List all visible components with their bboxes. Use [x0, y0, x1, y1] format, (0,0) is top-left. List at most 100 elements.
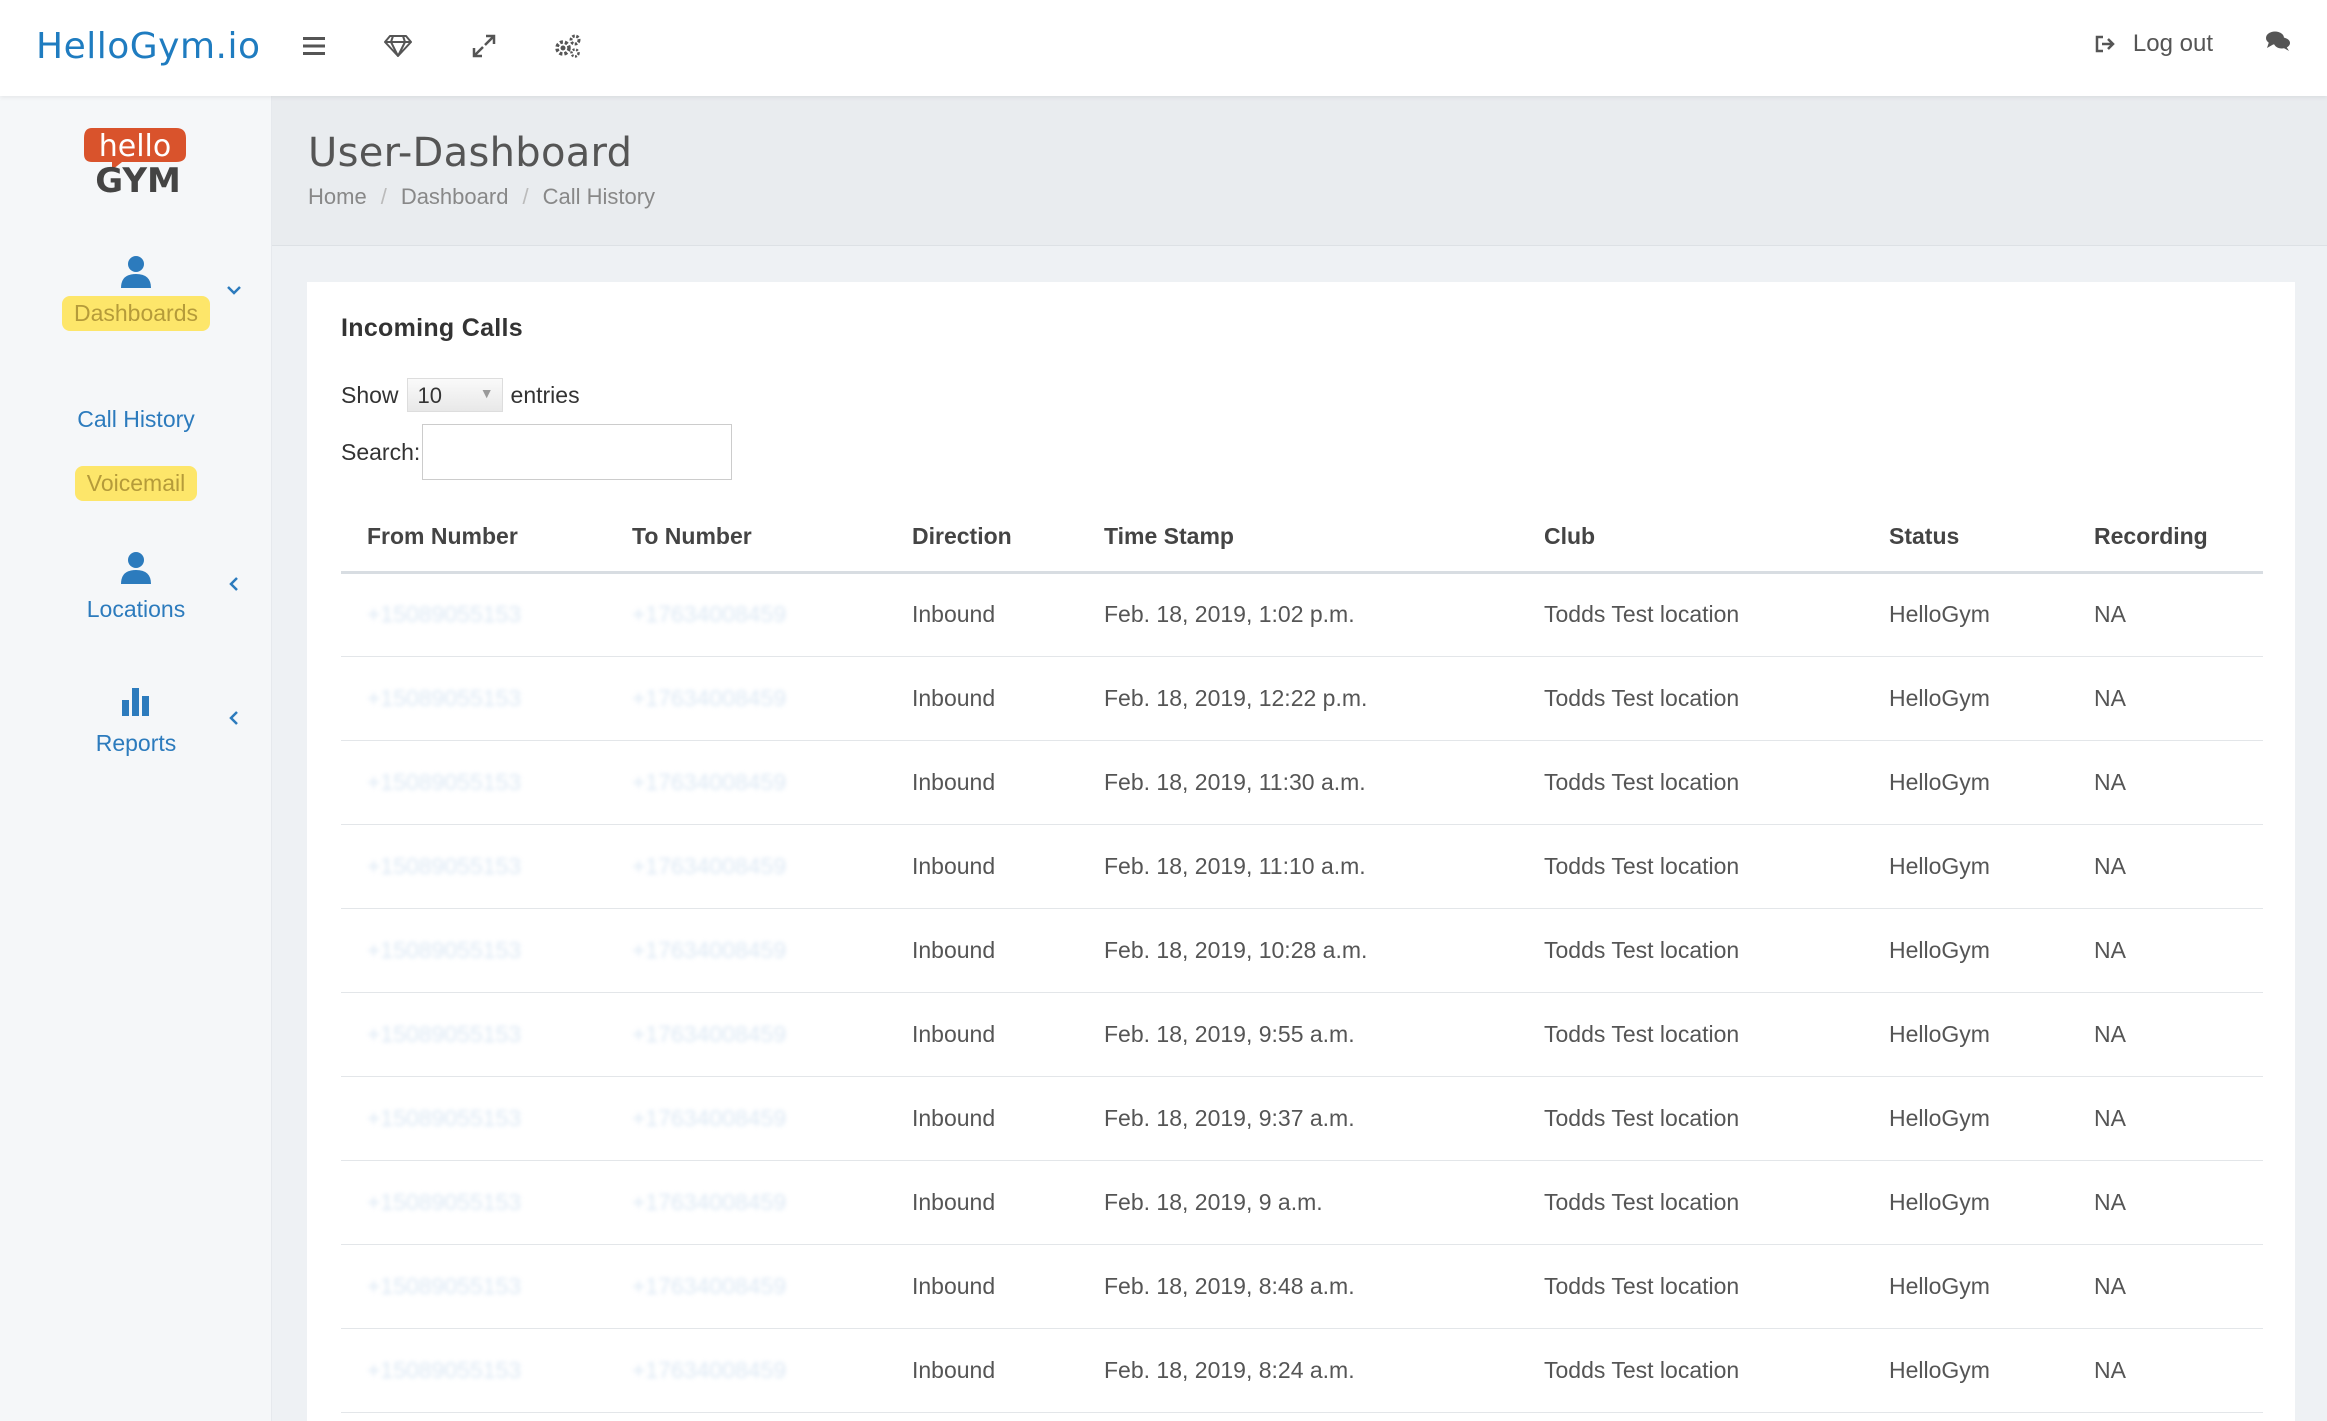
to-number-cell: +17634008459 [606, 740, 886, 825]
search-label: Search: [341, 438, 421, 465]
expand-icon[interactable] [466, 28, 502, 64]
to-number-cell: +17634008459 [606, 1244, 886, 1329]
club-cell: Todds Test location [1518, 1244, 1863, 1329]
logout-button[interactable]: Log out [2095, 30, 2213, 58]
recording-cell: NA [2068, 740, 2263, 825]
incoming-calls-panel: Incoming Calls Show 10 ▼ entries Search:… [307, 282, 2295, 1421]
table-row[interactable]: +15089055153 +17634008459 Inbound Feb. 18, … [341, 824, 2263, 909]
recording-cell: NA [2068, 656, 2263, 741]
sidebar-item-label: Locations [86, 596, 186, 622]
menu-icon[interactable] [296, 28, 332, 64]
sidebar-item-label: Dashboards [61, 296, 211, 331]
entries-select[interactable]: 10 ▼ [406, 378, 503, 412]
sidebar-item-voicemail[interactable]: Voicemail [0, 458, 272, 501]
club-cell: Todds Test location [1518, 908, 1863, 993]
table-row[interactable]: +15089055153 +17634008459 Inbound Feb. 18, … [341, 1076, 2263, 1161]
timestamp-cell: Feb. 18, 2019, 1:02 p.m. [1078, 572, 1518, 657]
table-header-row: From Number To Number Direction Time Sta… [341, 502, 2263, 574]
status-cell: HelloGym [1863, 908, 2068, 993]
diamond-icon[interactable] [380, 28, 416, 64]
status-cell: HelloGym [1863, 1244, 2068, 1329]
column-header-direction[interactable]: Direction [886, 502, 1078, 574]
column-header-from-number[interactable]: From Number [341, 502, 606, 574]
table-row[interactable]: +15089055153 +17634008459 Inbound Feb. 18, … [341, 992, 2263, 1077]
entries-length-control: Show 10 ▼ entries [341, 378, 580, 412]
chat-icon[interactable] [2265, 30, 2301, 66]
to-number-cell: +17634008459 [606, 1328, 886, 1413]
sidebar-item-call-history[interactable]: Call History [0, 394, 272, 437]
table-row[interactable]: +15089055153 +17634008459 Inbound Feb. 18, … [341, 1328, 2263, 1413]
to-number-cell: +17634008459 [606, 992, 886, 1077]
user-icon [121, 552, 151, 584]
club-cell: Todds Test location [1518, 992, 1863, 1077]
entries-label: entries [510, 381, 580, 408]
chevron-left-icon[interactable] [224, 708, 244, 728]
column-header-recording[interactable]: Recording [2068, 502, 2263, 574]
timestamp-cell: Feb. 18, 2019, 9:37 a.m. [1078, 1076, 1518, 1161]
column-header-club[interactable]: Club [1518, 502, 1863, 574]
timestamp-cell: Feb. 18, 2019, 10:28 a.m. [1078, 908, 1518, 993]
sidebar-item-label: Reports [95, 730, 177, 756]
brand-name[interactable]: HelloGym.io [36, 26, 261, 67]
recording-cell: NA [2068, 1076, 2263, 1161]
status-cell: HelloGym [1863, 1076, 2068, 1161]
to-number-cell: +17634008459 [606, 656, 886, 741]
column-header-status[interactable]: Status [1863, 502, 2068, 574]
direction-cell: Inbound [886, 824, 1078, 909]
direction-cell: Inbound [886, 1244, 1078, 1329]
direction-cell: Inbound [886, 740, 1078, 825]
table-row[interactable]: +15089055153 +17634008459 Inbound Feb. 18, … [341, 1244, 2263, 1329]
status-cell: HelloGym [1863, 656, 2068, 741]
sidebar-item-dashboards[interactable]: Dashboards [0, 254, 272, 331]
settings-gears-icon[interactable] [550, 28, 586, 64]
column-header-to-number[interactable]: To Number [606, 502, 886, 574]
search-input[interactable] [422, 424, 733, 480]
recording-cell: NA [2068, 572, 2263, 657]
to-number-cell: +17634008459 [606, 824, 886, 909]
table-row[interactable]: +15089055153 +17634008459 Inbound Feb. 18, … [341, 1160, 2263, 1245]
to-number-cell: +17634008459 [606, 1076, 886, 1161]
top-navbar: HelloGym.io Log out [0, 0, 2327, 96]
logo-text-hello: hello [99, 129, 172, 164]
timestamp-cell: Feb. 18, 2019, 12:22 p.m. [1078, 656, 1518, 741]
chevron-down-icon: ▼ [479, 385, 494, 401]
sidebar: hello GYM Dashboards Call History Voicem… [0, 96, 272, 1421]
status-cell: HelloGym [1863, 992, 2068, 1077]
club-cell: Todds Test location [1518, 572, 1863, 657]
table-row[interactable]: +15089055153 +17634008459 Inbound Feb. 18, … [341, 908, 2263, 993]
direction-cell: Inbound [886, 1160, 1078, 1245]
hellogym-logo: hello GYM [82, 124, 192, 201]
search-control: Search: [341, 424, 733, 480]
breadcrumb-separator: / [380, 184, 387, 209]
table-row[interactable]: +15089055153 +17634008459 Inbound Feb. 18, … [341, 740, 2263, 825]
from-number-cell: +15089055153 [341, 1076, 606, 1161]
direction-cell: Inbound [886, 908, 1078, 993]
status-cell: HelloGym [1863, 740, 2068, 825]
chevron-left-icon[interactable] [224, 574, 244, 594]
page-header: User-Dashboard Home / Dashboard / Call H… [272, 96, 2327, 246]
breadcrumb-dashboard[interactable]: Dashboard [401, 184, 509, 210]
sidebar-item-reports[interactable]: Reports [0, 684, 272, 761]
club-cell: Todds Test location [1518, 656, 1863, 741]
direction-cell: Inbound [886, 1076, 1078, 1161]
status-cell: HelloGym [1863, 572, 2068, 657]
status-cell: HelloGym [1863, 1328, 2068, 1413]
from-number-cell: +15089055153 [341, 572, 606, 657]
club-cell: Todds Test location [1518, 1160, 1863, 1245]
direction-cell: Inbound [886, 572, 1078, 657]
from-number-cell: +15089055153 [341, 656, 606, 741]
breadcrumb-home[interactable]: Home [308, 184, 367, 210]
table-row[interactable]: +15089055153 +17634008459 Inbound Feb. 18, … [341, 572, 2263, 657]
sidebar-item-label: Call History [77, 406, 195, 432]
sidebar-item-locations[interactable]: Locations [0, 550, 272, 627]
page-title: User-Dashboard [308, 130, 633, 176]
table-row[interactable]: +15089055153 +17634008459 Inbound Feb. 18, … [341, 656, 2263, 741]
recording-cell: NA [2068, 1328, 2263, 1413]
column-header-time-stamp[interactable]: Time Stamp [1078, 502, 1518, 574]
club-cell: Todds Test location [1518, 1328, 1863, 1413]
timestamp-cell: Feb. 18, 2019, 9 a.m. [1078, 1160, 1518, 1245]
chevron-down-icon[interactable] [224, 280, 244, 300]
recording-cell: NA [2068, 908, 2263, 993]
from-number-cell: +15089055153 [341, 824, 606, 909]
logo-text-gym: GYM [95, 161, 181, 196]
